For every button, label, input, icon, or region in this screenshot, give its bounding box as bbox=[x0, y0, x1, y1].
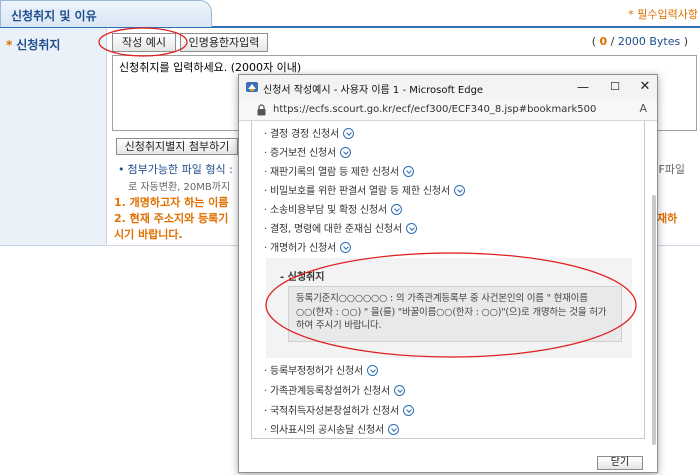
file-format-note: • 첨부가능한 파일 형식 : bbox=[118, 161, 233, 177]
court-app-icon bbox=[246, 82, 258, 92]
chevron-down-icon[interactable] bbox=[405, 223, 417, 234]
expanded-section: - 신청취지 등록기준지○○○○○○ : 의 가족관계등록부 중 사건본인의 이… bbox=[266, 258, 632, 358]
warning-2-right: 재하 bbox=[657, 212, 678, 225]
warning-3: 시기 바랍니다. bbox=[114, 228, 183, 241]
warning-2: 2. 현재 주소지와 등록기 bbox=[114, 212, 229, 225]
list-item-label: 가족관계등록창설허가 신청서 bbox=[269, 386, 390, 397]
maximize-icon[interactable]: ☐ bbox=[601, 78, 629, 96]
read-aloud-icon[interactable]: A bbox=[639, 102, 647, 115]
close-icon[interactable]: ✕ bbox=[631, 78, 659, 96]
popup-url: https://ecfs.scourt.go.kr/ecf/ecf300/ECF… bbox=[273, 104, 597, 115]
byte-counter: ( 0 / 2000 Bytes ) bbox=[592, 35, 688, 48]
byte-counter-close: ) bbox=[683, 35, 688, 48]
byte-counter-open: ( bbox=[591, 35, 596, 48]
required-bullet: * bbox=[6, 38, 13, 52]
chevron-down-icon[interactable] bbox=[402, 166, 414, 177]
popup-content: · 결정 경정 신청서 · 증거보전 신청서 · 재판기록의 열람 등 제한 신청서 … bbox=[251, 121, 645, 439]
list-bullet: · bbox=[264, 366, 267, 377]
purpose-label: 신청취지 bbox=[16, 38, 61, 52]
list-bullet: · bbox=[264, 167, 267, 178]
section-title: 신청취지 및 이유 bbox=[0, 0, 212, 27]
list-item[interactable]: · 증거보전 신청서 bbox=[264, 144, 351, 159]
chevron-down-icon[interactable] bbox=[342, 128, 354, 139]
popup-titlebar[interactable]: 신청서 작성예시 - 사용자 이름 1 - Microsoft Edge — ☐… bbox=[239, 75, 657, 99]
list-bullet: · bbox=[264, 406, 267, 417]
list-item-label: 등록부정정허가 신청서 bbox=[269, 366, 363, 377]
byte-counter-max: 2000 Bytes bbox=[617, 35, 681, 48]
list-bullet: · bbox=[264, 224, 267, 235]
popup-scrollbar[interactable] bbox=[652, 195, 656, 445]
list-item[interactable]: · 국적취득자성본창설허가 신청서 bbox=[264, 402, 414, 417]
chevron-down-icon[interactable] bbox=[339, 147, 351, 158]
list-bullet: · bbox=[264, 186, 267, 197]
list-bullet: · bbox=[264, 205, 267, 216]
file-format-text: 첨부가능한 파일 형식 : bbox=[127, 163, 233, 176]
list-item[interactable]: · 가족관계등록창설허가 신청서 bbox=[264, 382, 405, 397]
list-item[interactable]: · 등록부정정허가 신청서 bbox=[264, 362, 378, 377]
required-note: * 필수입력사항 bbox=[628, 8, 698, 21]
chevron-down-icon[interactable] bbox=[402, 405, 414, 416]
list-item-label: 의사표시의 공시송달 신청서 bbox=[269, 425, 384, 436]
list-bullet: · bbox=[264, 425, 267, 436]
list-item[interactable]: · 결정, 명령에 대한 준재심 신청서 bbox=[264, 220, 417, 235]
list-bullet: · bbox=[264, 148, 267, 159]
list-item-label: 증거보전 신청서 bbox=[269, 148, 336, 159]
list-item-label: 국적취득자성본창설허가 신청서 bbox=[269, 406, 399, 417]
list-bullet: · bbox=[264, 243, 267, 254]
list-item[interactable]: · 결정 경정 신청서 bbox=[264, 125, 354, 140]
chevron-down-icon[interactable] bbox=[393, 385, 405, 396]
list-item[interactable]: · 비밀보호를 위한 판결서 열람 등 제한 신청서 bbox=[264, 182, 465, 197]
list-bullet: · bbox=[264, 386, 267, 397]
list-item-label: 재판기록의 열람 등 제한 신청서 bbox=[269, 167, 399, 178]
list-item-label: 개명허가 신청서 bbox=[269, 243, 336, 254]
list-item[interactable]: · 의사표시의 공시송달 신청서 bbox=[264, 421, 399, 436]
chevron-down-icon[interactable] bbox=[390, 204, 402, 215]
list-item-label: 비밀보호를 위한 판결서 열람 등 제한 신청서 bbox=[269, 186, 450, 197]
purpose-row-label: * 신청취지 bbox=[0, 28, 107, 246]
chevron-down-icon[interactable] bbox=[339, 242, 351, 253]
list-item-label: 소송비용부담 및 확정 신청서 bbox=[269, 205, 387, 216]
list-bullet: · bbox=[264, 129, 267, 140]
byte-counter-separator: / bbox=[607, 35, 618, 48]
list-item-label: 결정 경정 신청서 bbox=[269, 129, 339, 140]
list-item-label: 결정, 명령에 대한 준재심 신청서 bbox=[269, 224, 402, 235]
list-item[interactable]: · 개명허가 신청서 bbox=[264, 239, 351, 254]
note-bullet: • bbox=[118, 163, 125, 176]
list-item[interactable]: · 재판기록의 열람 등 제한 신청서 bbox=[264, 163, 414, 178]
warning-1: 1. 개명하고자 하는 이름 bbox=[114, 196, 229, 209]
chevron-down-icon[interactable] bbox=[366, 365, 378, 376]
section-header: 신청취지 및 이유 * 필수입력사항 bbox=[0, 0, 700, 28]
lock-icon bbox=[257, 104, 266, 116]
example-popup-window: 신청서 작성예시 - 사용자 이름 1 - Microsoft Edge — ☐… bbox=[238, 74, 658, 473]
file-convert-note: 로 자동변환, 20MB까지 bbox=[128, 182, 231, 193]
list-item[interactable]: · 소송비용부담 및 확정 신청서 bbox=[264, 201, 402, 216]
popup-window-title: 신청서 작성예시 - 사용자 이름 1 - Microsoft Edge bbox=[263, 85, 484, 96]
purpose-example-text: 등록기준지○○○○○○ : 의 가족관계등록부 중 사건본인의 이름 " 현재이… bbox=[288, 286, 622, 342]
expanded-section-title: - 신청취지 bbox=[280, 272, 325, 283]
example-button[interactable]: 작성 예시 bbox=[112, 33, 176, 52]
chevron-down-icon[interactable] bbox=[387, 424, 399, 435]
hanja-input-button[interactable]: 인명용한자입력 bbox=[180, 33, 268, 52]
popup-address-bar[interactable]: https://ecfs.scourt.go.kr/ecf/ecf300/ECF… bbox=[239, 99, 657, 121]
attach-purpose-button[interactable]: 신청취지별지 첨부하기 bbox=[116, 138, 238, 155]
minimize-icon[interactable]: — bbox=[569, 78, 597, 96]
byte-counter-current: 0 bbox=[599, 35, 608, 48]
popup-close-button[interactable]: 닫기 bbox=[597, 456, 643, 470]
chevron-down-icon[interactable] bbox=[453, 185, 465, 196]
